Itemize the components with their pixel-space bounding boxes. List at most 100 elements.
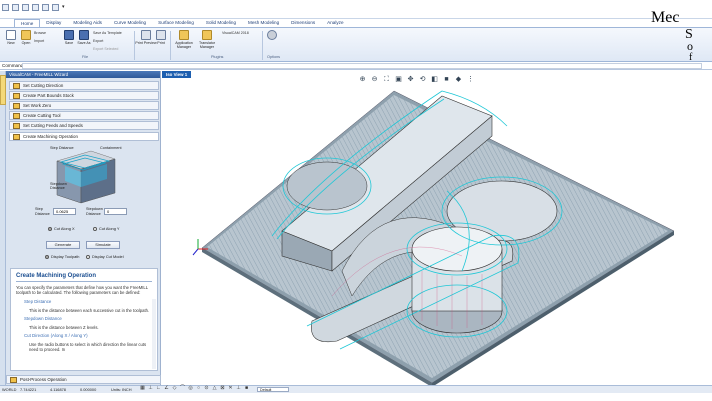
open-button[interactable]: Open bbox=[16, 30, 36, 45]
step-set-cutting-feeds-and-speeds[interactable]: Set Cutting Feeds and Speeds bbox=[9, 121, 159, 130]
bottom-margin bbox=[0, 393, 712, 401]
undo-icon[interactable] bbox=[42, 4, 49, 11]
divider bbox=[170, 31, 171, 60]
print-button[interactable]: Print bbox=[151, 30, 171, 45]
save-icon bbox=[64, 30, 74, 40]
help-term-stepdown-distance[interactable]: Stepdown Distance bbox=[11, 313, 157, 322]
cut-along-x-radio[interactable]: Cut Along X bbox=[48, 226, 75, 231]
generate-button[interactable]: Generate bbox=[46, 241, 80, 249]
translator-manager-button[interactable]: Translator Manager bbox=[196, 30, 218, 49]
coordinate-system-label: WORLD bbox=[2, 387, 17, 392]
step-distance-field[interactable] bbox=[53, 208, 76, 215]
grid-icon[interactable]: ▦ bbox=[140, 386, 145, 391]
save-icon[interactable] bbox=[32, 4, 39, 11]
export-selected-button[interactable]: Export Selected bbox=[93, 47, 118, 51]
step-create-part-bounds-stock[interactable]: Create Part Bounds Stock bbox=[9, 91, 159, 100]
wizard-title: VisualCAM - FreeMILL Wizard bbox=[6, 71, 160, 78]
save-as-button[interactable]: Save As bbox=[74, 30, 94, 45]
new-icon[interactable] bbox=[12, 4, 19, 11]
help-term-step-distance[interactable]: Step Distance bbox=[11, 296, 157, 305]
export-button[interactable]: Export bbox=[93, 39, 103, 43]
ribbon: New Open Browse Import Save Save As Save… bbox=[0, 27, 712, 62]
point-icon[interactable]: ⊙ bbox=[204, 386, 209, 391]
step-set-work-zero[interactable]: Set Work Zero bbox=[9, 101, 159, 110]
new-file-icon bbox=[6, 30, 16, 40]
printer-icon bbox=[156, 30, 166, 40]
viewport[interactable]: Iso View 1 ⊕ ⊖ ⛶ ▣ ✥ ⟲ ◧ ■ ◆ ⋮ bbox=[162, 71, 712, 387]
print-preview-icon bbox=[141, 30, 151, 40]
cut-along-y-radio[interactable]: Cut Along Y bbox=[93, 226, 119, 231]
radio-selected-icon bbox=[48, 226, 52, 231]
svg-text:Mec: Mec bbox=[651, 9, 679, 26]
step-create-machining-operation[interactable]: Create Machining Operation bbox=[9, 132, 159, 141]
options-button[interactable] bbox=[265, 30, 279, 41]
stepdown-distance-callout: Stepdown Distance bbox=[50, 182, 67, 190]
visualcam-button[interactable]: VisualCAM 2018 bbox=[222, 31, 249, 35]
help-def-stepdown-distance: This is the distance between Z levels. bbox=[29, 324, 99, 330]
app-menu-icon[interactable] bbox=[2, 4, 9, 11]
step-set-cutting-direction[interactable]: Set Cutting Direction bbox=[9, 81, 159, 90]
save-as-icon bbox=[79, 30, 89, 40]
display-toolpath-radio[interactable]: Display Toolpath bbox=[45, 254, 79, 259]
step-create-cutting-tool[interactable]: Create Cutting Tool bbox=[9, 111, 159, 120]
step-icon bbox=[10, 377, 17, 383]
help-term-cut-direction[interactable]: Cut Direction (Along X / Along Y) bbox=[11, 330, 157, 339]
quick-access-toolbar: ▾ bbox=[2, 4, 69, 11]
group-label-options: Options bbox=[267, 55, 281, 59]
ortho-icon[interactable]: ∟ bbox=[156, 386, 161, 391]
perpendicular-icon[interactable]: ⊥ bbox=[236, 386, 241, 391]
svg-text:f: f bbox=[689, 52, 693, 63]
tangent-icon[interactable]: ⌒ bbox=[180, 386, 185, 391]
layer-color-icon[interactable]: ■ bbox=[244, 386, 249, 391]
command-bar: Command bbox=[0, 62, 712, 70]
z-coordinate: 0.000000 bbox=[80, 387, 97, 392]
command-label: Command bbox=[2, 63, 24, 68]
translator-manager-icon bbox=[202, 30, 212, 40]
end-icon[interactable]: ⊠ bbox=[220, 386, 225, 391]
step-icon bbox=[13, 113, 20, 119]
help-scrollbar[interactable] bbox=[152, 299, 156, 369]
simulate-button[interactable]: Simulate bbox=[86, 241, 120, 249]
plane-icon[interactable]: ◇ bbox=[172, 386, 177, 391]
application-manager-button[interactable]: Application Manager bbox=[172, 30, 196, 49]
help-def-step-distance: This is the distance between each succes… bbox=[29, 307, 150, 313]
center-icon[interactable]: ◎ bbox=[188, 386, 193, 391]
layer-select[interactable]: Default bbox=[257, 387, 289, 392]
group-label-file: File bbox=[82, 55, 89, 59]
radio-selected-icon bbox=[45, 254, 49, 259]
redo-icon[interactable] bbox=[52, 4, 59, 11]
save-as-template-button[interactable]: Save As Template bbox=[93, 31, 122, 35]
title-bar: ▾ bbox=[0, 0, 712, 19]
status-bar: WORLD 7.744221 4.116878 0.000000 Units: … bbox=[0, 385, 712, 393]
midpoint-icon[interactable]: △ bbox=[212, 386, 217, 391]
open-icon[interactable] bbox=[22, 4, 29, 11]
svg-text:o: o bbox=[687, 39, 693, 53]
y-coordinate: 4.116878 bbox=[50, 387, 66, 392]
angle-icon[interactable]: ∠ bbox=[164, 386, 169, 391]
radio-empty-icon bbox=[93, 226, 97, 231]
step-icon bbox=[13, 103, 20, 109]
units-label[interactable]: Units: INCH bbox=[111, 386, 132, 393]
browse-button[interactable]: Browse bbox=[34, 31, 46, 35]
circle-icon[interactable]: ○ bbox=[196, 386, 201, 391]
folder-icon bbox=[21, 30, 31, 40]
group-label-plugins: Plugins bbox=[211, 55, 224, 59]
snap-icon[interactable]: ⊥ bbox=[148, 386, 153, 391]
part-model-render bbox=[192, 90, 675, 387]
gear-icon bbox=[267, 30, 277, 40]
application-manager-icon bbox=[179, 30, 189, 40]
post-process-operation-step[interactable]: Post-Process Operation bbox=[6, 375, 161, 384]
help-title: Create Machining Operation bbox=[16, 273, 97, 279]
divider bbox=[262, 31, 263, 60]
display-cut-model-radio[interactable]: Display Cut Model bbox=[86, 254, 124, 259]
import-button[interactable]: Import bbox=[34, 39, 44, 43]
step-distance-callout: Step Distance bbox=[50, 146, 74, 150]
stepdown-distance-field[interactable] bbox=[104, 208, 127, 215]
help-def-cut-direction: Use the radio buttons to select in which… bbox=[29, 342, 147, 353]
radio-empty-icon bbox=[86, 254, 90, 259]
step-icon bbox=[13, 83, 20, 89]
intersection-icon[interactable]: ✕ bbox=[228, 386, 233, 391]
dropdown-icon[interactable]: ▾ bbox=[62, 4, 69, 11]
x-coordinate: 7.744221 bbox=[20, 387, 37, 392]
command-input[interactable] bbox=[22, 63, 702, 69]
